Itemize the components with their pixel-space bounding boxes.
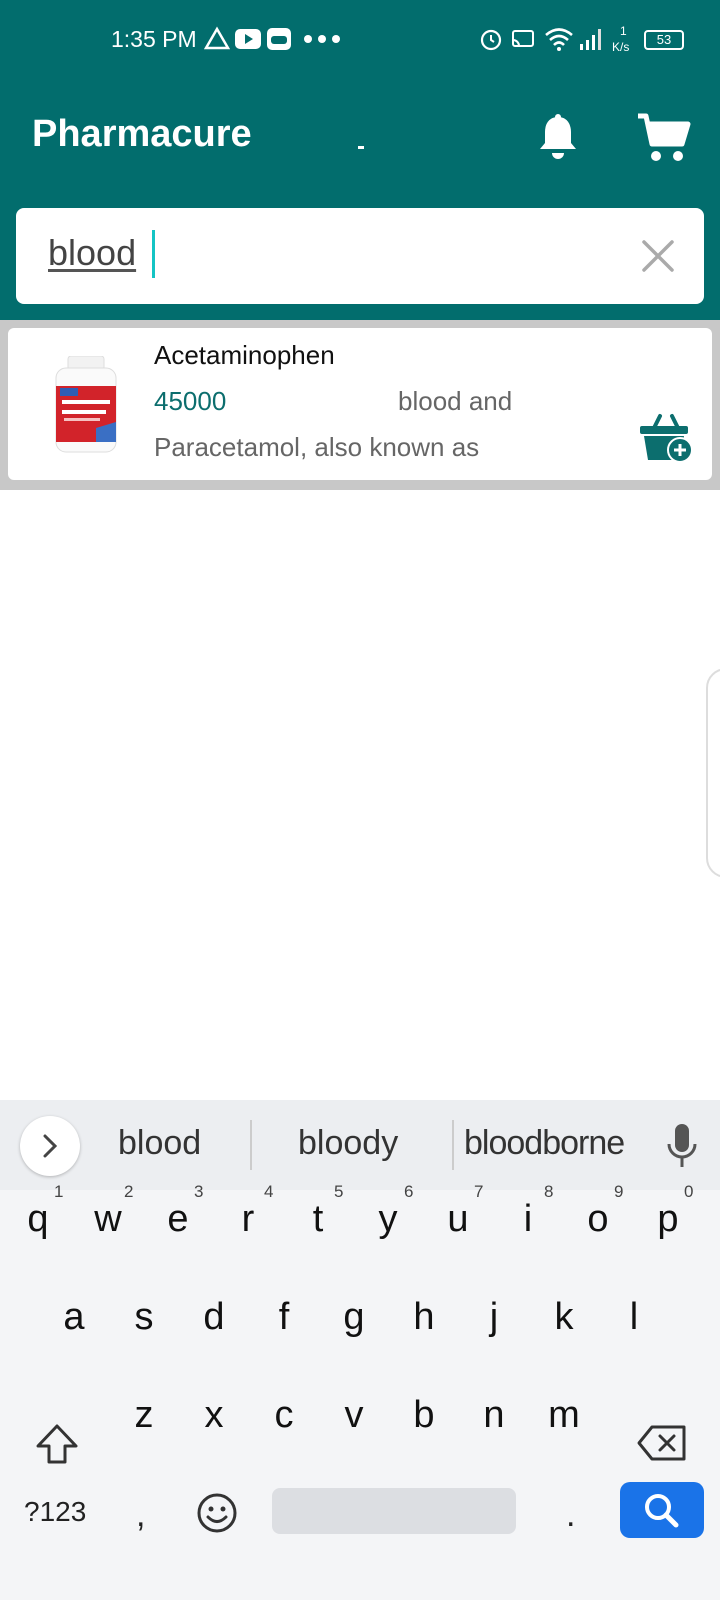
shift-key-icon[interactable] — [34, 1422, 80, 1466]
key-hint: 5 — [334, 1182, 344, 1201]
key-b[interactable]: b — [394, 1394, 454, 1437]
product-match-snippet: blood and — [398, 386, 513, 416]
backspace-key-icon[interactable] — [636, 1424, 688, 1462]
key-hint: 2 — [124, 1182, 134, 1201]
key-t[interactable]: t5 — [288, 1182, 348, 1241]
side-panel-handle[interactable] — [706, 668, 720, 878]
key-v[interactable]: v — [324, 1394, 384, 1437]
key-hint: 3 — [194, 1182, 204, 1201]
search-bar[interactable]: blood — [16, 208, 704, 304]
key-l[interactable]: l — [604, 1296, 664, 1339]
suggestion-1[interactable]: blood — [118, 1124, 201, 1163]
emoji-key-icon[interactable] — [196, 1492, 238, 1534]
suggestion-divider — [452, 1120, 454, 1170]
search-icon — [645, 1494, 679, 1528]
battery-icon: 53 — [644, 30, 684, 50]
key-u[interactable]: u7 — [428, 1182, 488, 1241]
key-k[interactable]: k — [534, 1296, 594, 1339]
game-controller-icon — [267, 28, 291, 50]
period-key[interactable]: . — [566, 1496, 575, 1535]
space-key[interactable] — [272, 1488, 516, 1534]
key-label: i — [523, 1198, 533, 1240]
product-price: 45000 — [154, 386, 227, 416]
key-label: u — [447, 1198, 469, 1240]
battery-level: 53 — [656, 32, 672, 47]
key-label: y — [378, 1198, 398, 1240]
key-i[interactable]: i8 — [498, 1182, 558, 1241]
key-j[interactable]: j — [464, 1296, 524, 1339]
status-bar: 1:35 PM 1 K/s 53 — [0, 0, 720, 80]
suggestion-3[interactable]: bloodborne — [464, 1124, 625, 1163]
product-name: Acetaminophen — [154, 340, 335, 370]
warning-triangle-icon — [204, 26, 230, 50]
key-m[interactable]: m — [534, 1394, 594, 1437]
more-notifications-icon — [304, 35, 340, 43]
key-hint: 0 — [684, 1182, 694, 1201]
key-hint: 9 — [614, 1182, 624, 1201]
net-speed-unit: K/s — [612, 40, 630, 54]
key-y[interactable]: y6 — [358, 1182, 418, 1241]
product-bottle-image — [55, 356, 117, 453]
key-a[interactable]: a — [44, 1296, 104, 1339]
key-x[interactable]: x — [184, 1394, 244, 1437]
chevron-right-icon — [43, 1134, 58, 1158]
key-z[interactable]: z — [114, 1394, 174, 1437]
status-time: 1:35 PM — [111, 26, 197, 52]
key-hint: 6 — [404, 1182, 414, 1201]
key-d[interactable]: d — [184, 1296, 244, 1339]
key-hint: 4 — [264, 1182, 274, 1201]
app-header: 1:35 PM 1 K/s 53 Pharmacure blood — [0, 0, 720, 320]
key-g[interactable]: g — [324, 1296, 384, 1339]
clear-search-icon[interactable] — [636, 234, 680, 278]
cart-icon[interactable] — [636, 110, 692, 164]
key-p[interactable]: p0 — [638, 1182, 698, 1241]
key-e[interactable]: e3 — [148, 1182, 208, 1241]
key-hint: 8 — [544, 1182, 554, 1201]
key-label: p — [657, 1198, 679, 1240]
key-n[interactable]: n — [464, 1394, 524, 1437]
decorative-dot — [358, 146, 364, 149]
key-hint: 1 — [54, 1182, 64, 1201]
key-label: t — [312, 1198, 324, 1240]
key-q[interactable]: q1 — [8, 1182, 68, 1241]
alarm-icon — [480, 29, 502, 51]
symbols-key[interactable]: ?123 — [24, 1496, 86, 1528]
product-description: Paracetamol, also known as — [154, 432, 480, 462]
on-screen-keyboard: blood bloody bloodborne q1 w2 e3 r4 t5 y… — [0, 1100, 720, 1600]
key-o[interactable]: o9 — [568, 1182, 628, 1241]
key-label: e — [167, 1198, 189, 1240]
product-card[interactable]: Acetaminophen 45000 blood and Paracetamo… — [8, 328, 712, 480]
net-speed-value: 1 — [620, 24, 627, 38]
search-input[interactable]: blood — [48, 232, 136, 274]
app-title: Pharmacure — [32, 113, 252, 155]
microphone-icon[interactable] — [662, 1122, 702, 1170]
expand-toolbar-button[interactable] — [20, 1116, 80, 1176]
key-hint: 7 — [474, 1182, 484, 1201]
key-f[interactable]: f — [254, 1296, 314, 1339]
signal-icon — [580, 29, 601, 50]
notifications-bell-icon[interactable] — [536, 113, 580, 161]
key-w[interactable]: w2 — [78, 1182, 138, 1241]
search-key[interactable] — [620, 1482, 704, 1538]
youtube-icon — [235, 29, 261, 49]
key-label: r — [241, 1198, 255, 1240]
key-c[interactable]: c — [254, 1394, 314, 1437]
key-s[interactable]: s — [114, 1296, 174, 1339]
key-label: o — [587, 1198, 609, 1240]
suggestion-bar: blood bloody bloodborne — [0, 1100, 720, 1190]
key-label: q — [27, 1198, 49, 1240]
suggestion-2[interactable]: bloody — [298, 1124, 398, 1163]
cast-icon — [512, 30, 534, 47]
key-label: w — [94, 1198, 122, 1240]
comma-key[interactable]: , — [136, 1496, 145, 1535]
key-h[interactable]: h — [394, 1296, 454, 1339]
text-caret — [152, 230, 155, 278]
wifi-icon — [545, 28, 573, 51]
key-r[interactable]: r4 — [218, 1182, 278, 1241]
suggestion-divider — [250, 1120, 252, 1170]
add-to-basket-icon[interactable] — [638, 412, 694, 464]
